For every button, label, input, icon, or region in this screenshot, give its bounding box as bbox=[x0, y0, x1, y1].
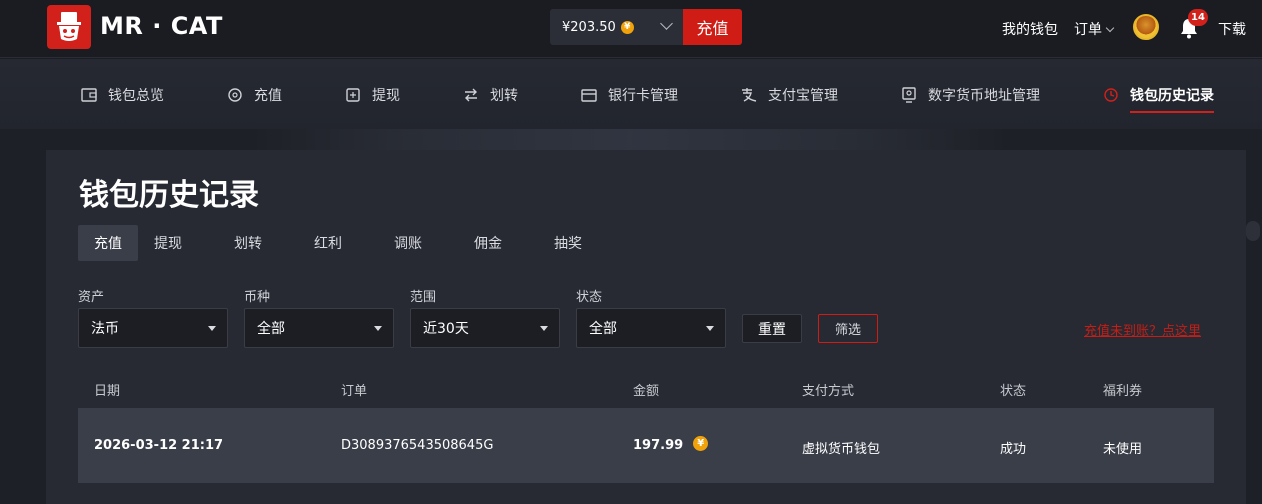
my-wallet-link[interactable]: 我的钱包 bbox=[1002, 19, 1058, 39]
row-date: 2026-03-12 21:17 bbox=[94, 438, 224, 453]
subnav-item-label: 划转 bbox=[490, 88, 518, 104]
tab-withdraw[interactable]: 提现 bbox=[138, 225, 198, 261]
column-header-coupon[interactable]: 福利券 bbox=[1103, 380, 1142, 399]
cat-hat-logo-icon bbox=[57, 12, 81, 41]
topup-button[interactable]: 充值 bbox=[683, 9, 742, 45]
select-value: 全部 bbox=[589, 321, 617, 337]
top-header: MR · CAT ¥203.50 ¥ 充值 我的钱包 订单 14 下载 bbox=[0, 0, 1262, 58]
subnav-item-label: 支付宝管理 bbox=[768, 88, 838, 104]
balance-selector[interactable]: ¥203.50 ¥ bbox=[550, 9, 683, 45]
scrollbar-thumb[interactable] bbox=[1246, 221, 1260, 241]
caret-down-icon bbox=[208, 326, 216, 331]
topup-help-link[interactable]: 充值未到账？点这里 bbox=[1084, 320, 1201, 339]
status-select[interactable]: 全部 bbox=[576, 308, 726, 348]
asset-select[interactable]: 法币 bbox=[78, 308, 228, 348]
chevron-down-icon bbox=[660, 17, 673, 30]
caret-down-icon bbox=[374, 326, 382, 331]
currency-select[interactable]: 全部 bbox=[244, 308, 394, 348]
topup-icon bbox=[226, 87, 244, 103]
subnav-item-label: 钱包历史记录 bbox=[1130, 88, 1214, 104]
tab-topup[interactable]: 充值 bbox=[78, 225, 138, 261]
subnav-item-transfer[interactable]: 划转 bbox=[462, 85, 518, 105]
withdraw-icon bbox=[344, 87, 362, 103]
row-order-id: D3089376543508645G bbox=[341, 438, 494, 453]
filter-label: 状态 bbox=[576, 290, 603, 305]
active-tab-underline bbox=[1130, 111, 1214, 113]
filter-button[interactable]: 筛选 bbox=[818, 314, 878, 343]
subnav-item-label: 钱包总览 bbox=[108, 88, 164, 104]
history-clock-icon bbox=[1102, 87, 1120, 103]
orders-label: 订单 bbox=[1074, 22, 1102, 38]
alipay-icon bbox=[740, 87, 758, 103]
row-status: 成功 bbox=[1000, 442, 1027, 457]
select-value: 法币 bbox=[91, 321, 119, 337]
row-amount: 197.99 ¥ bbox=[633, 436, 709, 453]
range-select[interactable]: 近30天 bbox=[410, 308, 560, 348]
transfer-icon bbox=[462, 87, 480, 103]
table-header: 日期 订单 金额 支付方式 状态 福利券 bbox=[78, 372, 1214, 406]
subnav-item-withdraw[interactable]: 提现 bbox=[344, 85, 400, 105]
tab-bonus[interactable]: 红利 bbox=[298, 225, 358, 261]
subnav-item-topup[interactable]: 充值 bbox=[226, 85, 282, 105]
background-decoration bbox=[250, 129, 1010, 151]
column-header-order[interactable]: 订单 bbox=[341, 380, 367, 399]
reset-button[interactable]: 重置 bbox=[742, 314, 802, 343]
brand-logo[interactable] bbox=[47, 5, 91, 49]
tab-lottery[interactable]: 抽奖 bbox=[538, 225, 598, 261]
column-header-payment-method[interactable]: 支付方式 bbox=[802, 380, 854, 399]
tab-transfer[interactable]: 划转 bbox=[218, 225, 278, 261]
row-coupon: 未使用 bbox=[1103, 442, 1143, 457]
filter-currency: 币种 全部 bbox=[244, 286, 394, 348]
notification-badge: 14 bbox=[1188, 9, 1208, 26]
table-row[interactable]: 2026-03-12 21:17 D3089376543508645G 197.… bbox=[78, 408, 1214, 483]
history-panel: 钱包历史记录 充值 提现 划转 红利 调账 佣金 抽奖 资产 法币 币种 全部 … bbox=[46, 150, 1246, 504]
filter-asset: 资产 法币 bbox=[78, 286, 228, 348]
subnav-item-label: 银行卡管理 bbox=[608, 88, 678, 104]
subnav-item-label: 充值 bbox=[254, 88, 282, 104]
history-type-tabs: 充值 提现 划转 红利 调账 佣金 抽奖 bbox=[78, 225, 618, 261]
amount-value: 197.99 bbox=[633, 438, 684, 453]
tab-adjustment[interactable]: 调账 bbox=[378, 225, 438, 261]
subnav-item-wallet-history[interactable]: 钱包历史记录 bbox=[1102, 85, 1214, 113]
coin-icon: ¥ bbox=[693, 436, 709, 451]
download-link[interactable]: 下载 bbox=[1218, 19, 1246, 39]
filter-label: 币种 bbox=[244, 290, 271, 305]
coin-icon: ¥ bbox=[620, 20, 634, 34]
subnav-item-label: 提现 bbox=[372, 88, 400, 104]
brand-name[interactable]: MR · CAT bbox=[100, 12, 223, 40]
column-header-status[interactable]: 状态 bbox=[1000, 380, 1026, 399]
bank-card-icon bbox=[580, 87, 598, 103]
filter-label: 范围 bbox=[410, 290, 437, 305]
caret-down-icon bbox=[706, 326, 714, 331]
tab-commission[interactable]: 佣金 bbox=[458, 225, 518, 261]
subnav-item-alipay[interactable]: 支付宝管理 bbox=[740, 85, 838, 105]
subnav-item-label: 数字货币地址管理 bbox=[928, 88, 1040, 104]
caret-down-icon bbox=[540, 326, 548, 331]
subnav-item-bank-cards[interactable]: 银行卡管理 bbox=[580, 85, 678, 105]
subnav-item-wallet-overview[interactable]: 钱包总览 bbox=[80, 85, 164, 105]
avatar[interactable] bbox=[1133, 14, 1159, 40]
subnav-item-crypto-address[interactable]: 数字货币地址管理 bbox=[900, 85, 1040, 105]
column-header-date[interactable]: 日期 bbox=[94, 380, 120, 399]
filter-label: 资产 bbox=[78, 290, 105, 305]
balance-amount: ¥203.50 bbox=[562, 19, 616, 35]
select-value: 全部 bbox=[257, 321, 285, 337]
row-payment-method: 虚拟货币钱包 bbox=[802, 442, 881, 457]
crypto-address-icon bbox=[900, 87, 918, 103]
chevron-down-icon bbox=[1105, 23, 1115, 33]
wallet-icon bbox=[80, 87, 98, 103]
column-header-amount[interactable]: 金额 bbox=[633, 380, 659, 399]
wallet-subnav: 钱包总览 充值 提现 划转 银行卡管理 支付宝管理 数字货币地址管理 钱包历史记… bbox=[0, 59, 1262, 129]
filter-status: 状态 全部 bbox=[576, 286, 726, 348]
page-title: 钱包历史记录 bbox=[79, 178, 259, 213]
filter-range: 范围 近30天 bbox=[410, 286, 560, 348]
select-value: 近30天 bbox=[423, 321, 469, 337]
orders-menu[interactable]: 订单 bbox=[1074, 19, 1115, 39]
